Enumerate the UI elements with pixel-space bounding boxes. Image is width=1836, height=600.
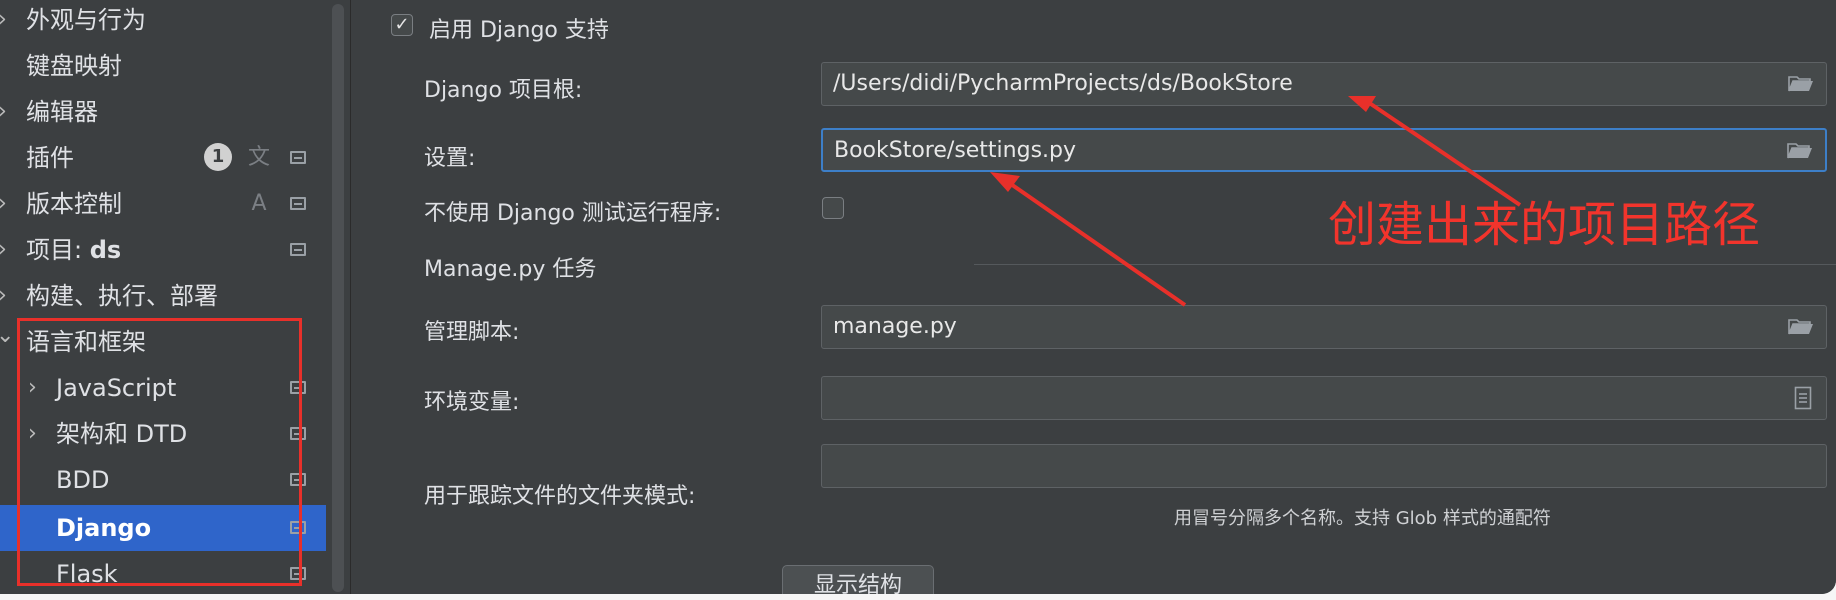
settings-window: › 外观与行为 键盘映射 › 编辑器 插件 1 文A › 版本控制 › 项目: … bbox=[0, 0, 1836, 594]
project-name: ds bbox=[89, 236, 122, 264]
section-divider bbox=[974, 264, 1836, 265]
project-root-value: /Users/didi/PycharmProjects/ds/BookStore bbox=[833, 71, 1293, 96]
chevron-right-icon: › bbox=[0, 0, 18, 43]
sidebar-item-label: 版本控制 bbox=[26, 190, 122, 218]
project-level-icon bbox=[290, 151, 306, 164]
manage-tasks-section-title: Manage.py 任务 bbox=[424, 257, 597, 282]
enable-django-checkbox[interactable]: ✓ bbox=[391, 14, 413, 36]
folder-pattern-field[interactable] bbox=[821, 444, 1827, 488]
env-vars-label: 环境变量: bbox=[424, 390, 520, 415]
folder-icon[interactable] bbox=[1787, 142, 1813, 160]
sidebar-item-label: 插件 bbox=[26, 144, 74, 172]
project-label-prefix: 项目: bbox=[26, 236, 90, 264]
folder-icon[interactable] bbox=[1788, 318, 1814, 336]
annotation-text: 创建出来的项目路径 bbox=[1328, 197, 1761, 253]
sidebar-item-plugins[interactable]: 插件 1 文A bbox=[0, 135, 326, 216]
settings-label: 设置: bbox=[424, 146, 476, 171]
project-level-icon bbox=[290, 197, 306, 210]
show-structure-button[interactable]: 显示结构 bbox=[782, 565, 934, 594]
sidebar-item-label: 构建、执行、部署 bbox=[26, 282, 218, 310]
sidebar-scrollbar[interactable] bbox=[332, 4, 344, 592]
folder-pattern-hint: 用冒号分隔多个名称。支持 Glob 样式的通配符 bbox=[1174, 508, 1551, 529]
enable-django-label: 启用 Django 支持 bbox=[429, 18, 609, 43]
chevron-right-icon: › bbox=[0, 181, 18, 227]
sidebar-item-label: 键盘映射 bbox=[26, 52, 122, 80]
annotation-highlight-box bbox=[17, 318, 302, 586]
manage-script-field[interactable]: manage.py bbox=[821, 305, 1827, 349]
translate-icon: 文A bbox=[247, 145, 270, 216]
sidebar-item-editor[interactable]: › 编辑器 bbox=[0, 89, 326, 135]
chevron-down-icon: ⌄ bbox=[0, 323, 15, 348]
settings-field[interactable]: BookStore/settings.py bbox=[821, 128, 1827, 172]
no-test-runner-checkbox[interactable] bbox=[822, 197, 844, 219]
manage-script-label: 管理脚本: bbox=[424, 320, 520, 345]
chevron-right-icon: › bbox=[0, 227, 18, 273]
manage-script-value: manage.py bbox=[833, 314, 957, 339]
project-root-field[interactable]: /Users/didi/PycharmProjects/ds/BookStore bbox=[821, 62, 1827, 106]
settings-value: BookStore/settings.py bbox=[834, 138, 1077, 163]
sidebar-item-label: 编辑器 bbox=[26, 98, 98, 126]
sidebar-item-version-control[interactable]: › 版本控制 bbox=[0, 181, 326, 227]
sidebar-item-keymap[interactable]: 键盘映射 bbox=[0, 43, 326, 89]
document-icon[interactable] bbox=[1794, 386, 1812, 410]
sidebar-item-build-execution[interactable]: › 构建、执行、部署 bbox=[0, 273, 326, 319]
no-test-runner-label: 不使用 Django 测试运行程序: bbox=[424, 201, 722, 226]
sidebar-item-appearance[interactable]: › 外观与行为 bbox=[0, 0, 326, 43]
chevron-right-icon: › bbox=[0, 89, 18, 135]
folder-pattern-label: 用于跟踪文件的文件夹模式: bbox=[424, 484, 696, 509]
sidebar-item-project[interactable]: › 项目: ds bbox=[0, 227, 326, 273]
sidebar-item-label: 项目: ds bbox=[26, 227, 121, 273]
sidebar-item-label: 外观与行为 bbox=[26, 6, 146, 34]
env-vars-field[interactable] bbox=[821, 376, 1827, 420]
folder-icon[interactable] bbox=[1788, 75, 1814, 93]
project-root-label: Django 项目根: bbox=[424, 78, 583, 103]
update-count-badge: 1 bbox=[204, 143, 232, 171]
project-level-icon bbox=[290, 243, 306, 256]
